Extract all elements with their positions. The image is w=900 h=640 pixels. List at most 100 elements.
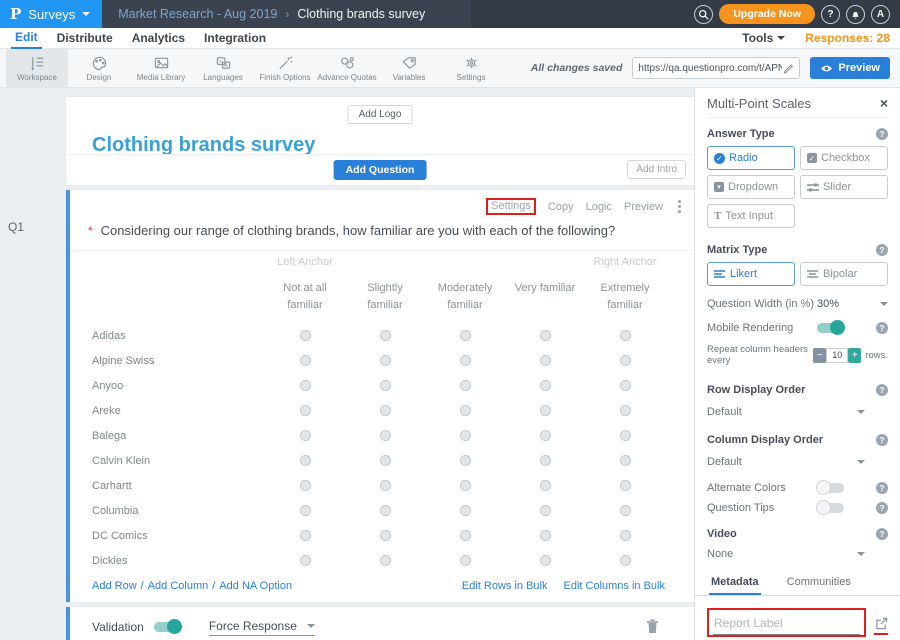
add-question-button[interactable]: Add Question (334, 160, 427, 180)
matrix-type-bipolar[interactable]: Bipolar (800, 262, 888, 286)
preview-button[interactable]: Preview (810, 57, 890, 79)
edit-columns-bulk-link[interactable]: Edit Columns in Bulk (564, 580, 666, 592)
radio-button[interactable] (460, 355, 471, 366)
chevron-down-icon[interactable] (880, 302, 888, 306)
toolbar-variables[interactable]: Variables (378, 49, 440, 87)
radio-button[interactable] (620, 455, 631, 466)
surveys-menu[interactable]: P Surveys (0, 0, 102, 28)
notifications-button[interactable] (846, 5, 865, 24)
column-header[interactable]: Moderately familiar (425, 280, 505, 313)
radio-button[interactable] (540, 430, 551, 441)
radio-button[interactable] (300, 380, 311, 391)
tools-menu[interactable]: Tools (742, 31, 785, 45)
radio-button[interactable] (620, 355, 631, 366)
radio-button[interactable] (620, 480, 631, 491)
radio-button[interactable] (380, 505, 391, 516)
toolbar-media-library[interactable]: Media Library (130, 49, 192, 87)
matrix-row-label[interactable]: Anyoo (92, 380, 265, 392)
more-options-icon[interactable] (675, 199, 684, 214)
upgrade-now-button[interactable]: Upgrade Now (719, 4, 815, 24)
radio-button[interactable] (460, 380, 471, 391)
radio-button[interactable] (300, 455, 311, 466)
radio-button[interactable] (460, 530, 471, 541)
radio-button[interactable] (380, 455, 391, 466)
menu-integration[interactable]: Integration (200, 29, 270, 48)
toolbar-languages[interactable]: xA Languages (192, 49, 254, 87)
radio-button[interactable] (540, 355, 551, 366)
pencil-icon[interactable] (782, 62, 794, 74)
increment-button[interactable]: + (848, 348, 861, 363)
radio-button[interactable] (460, 505, 471, 516)
radio-button[interactable] (380, 430, 391, 441)
answer-type-slider[interactable]: Slider (800, 175, 888, 199)
answer-type-radio[interactable]: ✓Radio (707, 146, 795, 170)
validation-toggle[interactable] (154, 622, 181, 632)
radio-button[interactable] (460, 405, 471, 416)
help-icon[interactable]: ? (876, 244, 888, 256)
right-anchor-label[interactable]: Right Anchor (585, 256, 665, 268)
radio-button[interactable] (300, 555, 311, 566)
help-icon[interactable]: ? (876, 482, 888, 494)
menu-distribute[interactable]: Distribute (53, 29, 117, 48)
matrix-row-label[interactable]: Adidas (92, 330, 265, 342)
mobile-rendering-toggle[interactable] (817, 323, 844, 333)
radio-button[interactable] (460, 455, 471, 466)
radio-button[interactable] (380, 355, 391, 366)
answer-type-dropdown[interactable]: ▾Dropdown (707, 175, 795, 199)
radio-button[interactable] (380, 530, 391, 541)
toolbar-finish-options[interactable]: Finish Options (254, 49, 316, 87)
question-logic-link[interactable]: Logic (586, 201, 612, 213)
matrix-row-label[interactable]: Balega (92, 430, 265, 442)
column-header[interactable]: Very familiar (505, 280, 585, 313)
help-icon[interactable]: ? (876, 502, 888, 514)
radio-button[interactable] (300, 505, 311, 516)
radio-button[interactable] (300, 405, 311, 416)
question-settings-link[interactable]: Settings (486, 198, 536, 215)
radio-button[interactable] (380, 330, 391, 341)
radio-button[interactable] (460, 430, 471, 441)
toolbar-advance-quotas[interactable]: Advance Quotas (316, 49, 378, 87)
column-header[interactable]: Slightly familiar (345, 280, 425, 313)
search-button[interactable] (694, 5, 713, 24)
video-dropdown[interactable]: None (707, 548, 865, 560)
radio-button[interactable] (620, 330, 631, 341)
radio-button[interactable] (380, 480, 391, 491)
answer-type-checkbox[interactable]: ✓Checkbox (800, 146, 888, 170)
radio-button[interactable] (620, 555, 631, 566)
help-icon[interactable]: ? (876, 128, 888, 140)
radio-button[interactable] (540, 455, 551, 466)
radio-button[interactable] (380, 405, 391, 416)
close-icon[interactable]: × (880, 95, 888, 111)
menu-edit[interactable]: Edit (11, 28, 42, 49)
radio-button[interactable] (620, 430, 631, 441)
repeat-headers-value[interactable]: 10 (826, 348, 848, 363)
radio-button[interactable] (540, 555, 551, 566)
account-avatar[interactable]: A (871, 5, 890, 24)
help-icon[interactable]: ? (876, 434, 888, 446)
edit-rows-bulk-link[interactable]: Edit Rows in Bulk (462, 580, 548, 592)
row-display-order-dropdown[interactable]: Default (707, 406, 865, 418)
question-width-value[interactable]: 30% (817, 298, 839, 310)
add-na-option-link[interactable]: Add NA Option (219, 580, 292, 592)
radio-button[interactable] (540, 530, 551, 541)
add-logo-button[interactable]: Add Logo (348, 105, 413, 124)
tab-metadata[interactable]: Metadata (709, 570, 761, 595)
responses-count[interactable]: Responses: 28 (805, 31, 890, 45)
matrix-row-label[interactable]: Areke (92, 405, 265, 417)
radio-button[interactable] (620, 380, 631, 391)
matrix-row-label[interactable]: Calvin Klein (92, 455, 265, 467)
report-label-input[interactable] (713, 614, 860, 635)
radio-button[interactable] (540, 480, 551, 491)
radio-button[interactable] (300, 480, 311, 491)
radio-button[interactable] (620, 405, 631, 416)
radio-button[interactable] (620, 530, 631, 541)
matrix-row-label[interactable]: Carhartt (92, 480, 265, 492)
radio-button[interactable] (380, 380, 391, 391)
menu-analytics[interactable]: Analytics (128, 29, 189, 48)
radio-button[interactable] (300, 355, 311, 366)
radio-button[interactable] (540, 405, 551, 416)
column-header[interactable]: Not at all familiar (265, 280, 345, 313)
radio-button[interactable] (620, 505, 631, 516)
matrix-type-likert[interactable]: Likert (707, 262, 795, 286)
toolbar-workspace[interactable]: Workspace (6, 49, 68, 87)
